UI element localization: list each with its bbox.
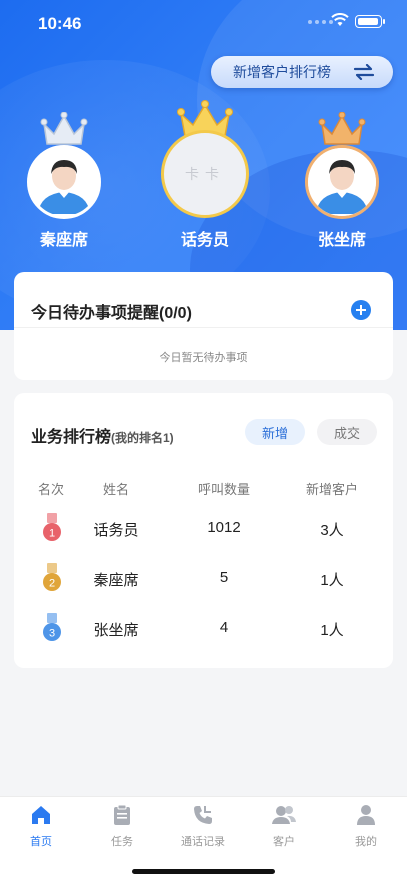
bronze-crown-icon bbox=[318, 112, 366, 145]
status-bar: 10:46 bbox=[0, 0, 407, 46]
avatar-text: 卡卡 bbox=[185, 168, 225, 183]
column-header: 姓名 bbox=[102, 482, 129, 497]
my-rank: (我的排名1) bbox=[111, 431, 174, 445]
todo-card: 今日待办事项提醒(0/0) 今日暂无待办事项 bbox=[14, 272, 393, 380]
table-header: 名次 姓名 呼叫数量 新增客户 bbox=[14, 479, 393, 497]
tab-profile[interactable]: 我的 bbox=[336, 803, 396, 848]
tab-deal[interactable]: 成交 bbox=[317, 419, 377, 445]
row-calls: 1012 bbox=[207, 519, 241, 536]
status-time: 10:46 bbox=[38, 14, 82, 33]
todo-empty-text: 今日暂无待办事项 bbox=[159, 352, 248, 364]
divider bbox=[14, 327, 393, 328]
tab-customers[interactable]: 客户 bbox=[254, 803, 314, 848]
rank-number: 3 bbox=[49, 628, 55, 640]
rank-medal-icon: 2 bbox=[43, 563, 61, 591]
column-header: 新增客户 bbox=[305, 482, 358, 497]
podium-name: 张坐席 bbox=[317, 232, 366, 249]
row-calls: 5 bbox=[219, 569, 229, 586]
todo-title: 今日待办事项提醒(0/0) bbox=[31, 305, 192, 322]
users-icon bbox=[272, 806, 296, 824]
leaderboard-card: 业务排行榜(我的排名1) 新增 成交 名次 姓名 呼叫数量 新增客户 1 话务员… bbox=[14, 393, 393, 668]
tab-label: 我的 bbox=[355, 836, 377, 848]
swap-icon bbox=[353, 64, 375, 80]
column-header: 名次 bbox=[37, 482, 64, 497]
row-new-customers: 1人 bbox=[320, 572, 344, 589]
new-customer-ranking-button[interactable]: 新增客户排行榜 bbox=[211, 56, 393, 88]
tab-label: 任务 bbox=[111, 836, 133, 848]
table-row[interactable]: 1 话务员 1012 3人 bbox=[14, 513, 393, 543]
avatar bbox=[305, 145, 379, 219]
silver-crown-icon bbox=[40, 112, 88, 145]
tab-label: 通话记录 bbox=[181, 836, 225, 848]
row-name: 话务员 bbox=[93, 522, 139, 539]
row-name: 秦座席 bbox=[93, 572, 139, 589]
leaderboard-title-text: 业务排行榜 bbox=[31, 429, 112, 446]
wifi-icon bbox=[331, 13, 349, 26]
home-indicator bbox=[132, 869, 275, 874]
person-icon bbox=[357, 805, 375, 825]
tab-label: 客户 bbox=[273, 836, 295, 848]
avatar: 卡卡 bbox=[161, 130, 249, 218]
add-todo-button[interactable] bbox=[351, 300, 371, 320]
row-new-customers: 1人 bbox=[320, 622, 344, 639]
tab-new[interactable]: 新增 bbox=[245, 419, 305, 445]
row-calls: 4 bbox=[219, 619, 229, 636]
ranking-button-label: 新增客户排行榜 bbox=[233, 64, 331, 80]
rank-number: 2 bbox=[49, 578, 55, 590]
column-header: 呼叫数量 bbox=[197, 482, 250, 497]
signal-icon bbox=[308, 20, 333, 24]
podium-name: 秦座席 bbox=[39, 232, 88, 249]
phone-icon bbox=[194, 806, 212, 824]
row-new-customers: 3人 bbox=[320, 522, 344, 539]
tab-home[interactable]: 首页 bbox=[11, 803, 71, 848]
leaderboard-title: 业务排行榜(我的排名1) bbox=[31, 423, 174, 447]
avatar bbox=[27, 145, 101, 219]
rank-number: 1 bbox=[49, 528, 55, 540]
clipboard-icon bbox=[114, 804, 130, 825]
table-row[interactable]: 2 秦座席 5 1人 bbox=[14, 563, 393, 593]
rank-medal-icon: 3 bbox=[43, 613, 61, 641]
battery-icon bbox=[355, 15, 385, 28]
tab-call-log[interactable]: 通话记录 bbox=[173, 803, 233, 848]
tab-label: 首页 bbox=[30, 836, 52, 848]
home-icon bbox=[32, 806, 50, 824]
tab-tasks[interactable]: 任务 bbox=[92, 803, 152, 848]
podium-second[interactable]: 秦座席 bbox=[24, 112, 104, 249]
table-row[interactable]: 3 张坐席 4 1人 bbox=[14, 613, 393, 643]
row-name: 张坐席 bbox=[93, 622, 139, 639]
podium-name: 话务员 bbox=[180, 232, 229, 249]
podium-first[interactable]: 卡卡 话务员 bbox=[158, 100, 252, 250]
podium-third[interactable]: 张坐席 bbox=[302, 112, 382, 249]
rank-medal-icon: 1 bbox=[43, 513, 61, 541]
